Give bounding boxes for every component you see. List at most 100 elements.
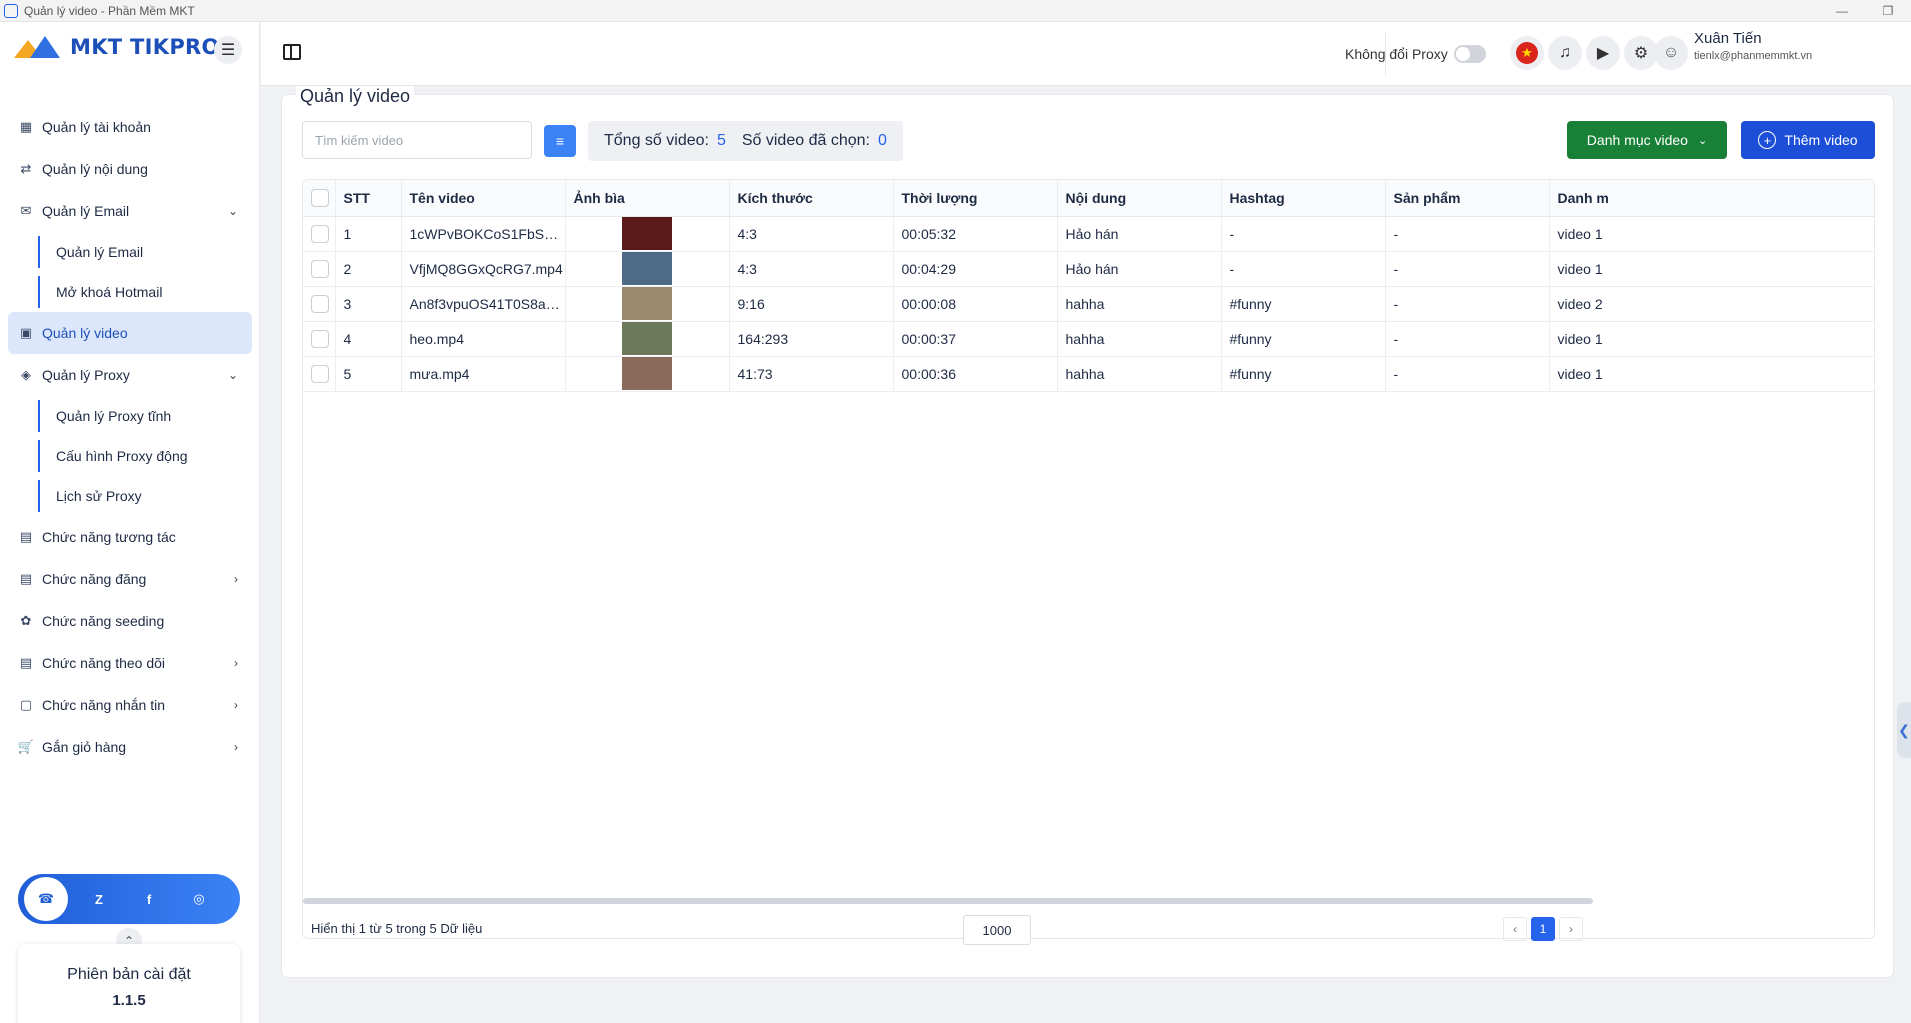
column-header[interactable]: STT	[335, 180, 402, 217]
sidebar-subitem-static-proxy[interactable]: Quản lý Proxy tĩnh	[0, 396, 260, 436]
cell-category: video 1	[1549, 251, 1874, 287]
minimize-icon[interactable]: —	[1819, 0, 1865, 22]
sidebar-item-cart[interactable]: 🛒 Gắn giỏ hàng ›	[0, 726, 260, 768]
layout-toggle-icon[interactable]	[283, 44, 301, 60]
sidebar-subitem-email[interactable]: Quản lý Email	[0, 232, 260, 272]
cell-size: 9:16	[729, 286, 894, 322]
globe-icon[interactable]: ◎	[180, 880, 218, 918]
table-row[interactable]: 4 heo.mp4 164:293 00:00:37 hahha #funny - video…	[303, 321, 1874, 357]
next-page-button[interactable]: ›	[1559, 917, 1583, 941]
filter-icon[interactable]: ≡	[544, 125, 576, 157]
column-header[interactable]: Tên video	[401, 180, 566, 217]
version-card: Phiên bản cài đặt 1.1.5	[18, 944, 240, 1023]
table-row[interactable]: 3An8f3vpuOS41T0S8aVDvt... 9:1600:00:08hah…	[303, 286, 1874, 322]
select-all-checkbox[interactable]	[311, 188, 329, 207]
category-button-label: Danh mục video	[1586, 132, 1688, 148]
window-controls: — ❐	[1819, 0, 1911, 22]
plus-icon: +	[1758, 131, 1777, 149]
sidebar-item-video[interactable]: ▣ Quản lý video	[8, 312, 252, 354]
sidebar-item-message[interactable]: ▢ Chức năng nhắn tin ›	[0, 684, 260, 726]
category-dropdown-button[interactable]: Danh mục video ⌄	[1567, 121, 1727, 159]
cell-duration: 00:00:08	[893, 286, 1058, 322]
pagination-summary: Hiển thị 1 từ 5 trong 5 Dữ liệu	[311, 921, 483, 936]
cell-video-name: mưa.mp4	[401, 356, 566, 392]
sidebar-item-label: Cấu hình Proxy động	[56, 448, 188, 464]
sidebar-item-label: Quản lý video	[42, 325, 128, 341]
sidebar-item-follow[interactable]: ▤ Chức năng theo dõi ›	[0, 642, 260, 684]
selected-value: 0	[877, 132, 887, 149]
gear-icon[interactable]: ⚙	[1624, 36, 1658, 70]
bell-icon[interactable]: ♫	[1548, 36, 1582, 70]
sidebar-item-content[interactable]: ⇄ Quản lý nội dung	[0, 148, 260, 190]
cell-stt: 2	[335, 251, 402, 287]
search-input[interactable]	[302, 121, 532, 159]
video-thumbnail[interactable]	[622, 287, 672, 320]
sidebar-item-proxy[interactable]: ◈ Quản lý Proxy ⌄	[0, 354, 260, 396]
language-button[interactable]: ★	[1510, 36, 1544, 70]
sidebar-item-post[interactable]: ▤ Chức năng đăng ›	[0, 558, 260, 600]
page-size-input[interactable]	[963, 915, 1031, 945]
video-thumbnail[interactable]	[622, 322, 672, 355]
sidebar-item-label: Lịch sử Proxy	[56, 488, 142, 504]
cell-duration: 00:05:32	[893, 216, 1058, 252]
top-header: Không đổi Proxy ★ ♫ ▶ ⚙ ☺ Xuân Tiến tien…	[261, 22, 1911, 86]
chevron-down-icon: ⌄	[227, 368, 238, 382]
add-video-button[interactable]: + Thêm video	[1741, 121, 1875, 159]
window-titlebar: Quản lý video - Phần Mềm MKT — ❐	[0, 0, 1911, 22]
row-checkbox[interactable]	[311, 364, 329, 383]
sidebar-item-label: Chức năng nhắn tin	[42, 697, 166, 713]
column-header[interactable]: Danh m	[1549, 180, 1874, 217]
row-checkbox[interactable]	[311, 224, 329, 243]
row-checkbox[interactable]	[311, 294, 329, 313]
row-checkbox[interactable]	[311, 259, 329, 278]
column-header[interactable]: Sản phẩm	[1385, 180, 1550, 217]
sidebar-subitem-dynamic-proxy[interactable]: Cấu hình Proxy động	[0, 436, 260, 476]
video-thumbnail[interactable]	[622, 252, 672, 285]
side-panel-toggle-icon[interactable]: ❮	[1897, 702, 1911, 758]
cart-icon: 🛒	[17, 739, 35, 754]
cell-hashtag: #funny	[1221, 286, 1386, 322]
chevron-right-icon: ›	[234, 656, 238, 670]
support-icon[interactable]: ☎	[24, 877, 68, 921]
sidebar-item-accounts[interactable]: ▦ Quản lý tài khoản	[0, 106, 260, 148]
logo-mark-icon	[14, 34, 68, 60]
table-row[interactable]: 5 mưa.mp4 41:73 00:00:36 hahha #funny - video 1	[303, 356, 1874, 392]
sidebar-item-seeding[interactable]: ✿ Chức năng seeding	[0, 600, 260, 642]
table-row[interactable]: 2 VfjMQ8GGxQcRG7.mp4 4:3 00:04:29 Hảo hán - - v…	[303, 251, 1874, 287]
video-thumbnail[interactable]	[622, 217, 672, 250]
cell-stt: 3	[335, 286, 402, 322]
restore-icon[interactable]: ❐	[1865, 0, 1911, 22]
row-checkbox[interactable]	[311, 329, 329, 348]
sidebar-item-email[interactable]: ✉ Quản lý Email ⌄	[0, 190, 260, 232]
column-header[interactable]: Nội dung	[1057, 180, 1222, 217]
zalo-icon[interactable]: Z	[80, 880, 118, 918]
cell-thumbnail	[565, 321, 730, 357]
play-icon[interactable]: ▶	[1586, 36, 1620, 70]
video-thumbnail[interactable]	[622, 357, 672, 390]
table-row[interactable]: 11cWPvBOKCoS1FbShhrT.... 4:300:05:32Hảo h…	[303, 216, 1874, 252]
cell-video-name: 1cWPvBOKCoS1FbShhrT....	[401, 216, 566, 252]
chevron-down-icon: ⌄	[1697, 134, 1708, 147]
cell-size: 164:293	[729, 321, 894, 357]
facebook-icon[interactable]: f	[130, 880, 168, 918]
page-button[interactable]: 1	[1531, 917, 1555, 941]
sidebar-subitem-hotmail[interactable]: Mở khoá Hotmail	[0, 272, 260, 312]
sidebar-item-interact[interactable]: ▤ Chức năng tương tác	[0, 516, 260, 558]
column-header[interactable]: Kích thước	[729, 180, 894, 217]
proxy-toggle[interactable]	[1454, 45, 1486, 63]
avatar[interactable]: ☺	[1654, 36, 1688, 70]
cell-thumbnail	[565, 356, 730, 392]
horizontal-scrollbar[interactable]	[303, 898, 1593, 904]
menu-toggle-icon[interactable]: ☰	[214, 36, 242, 64]
cell-duration: 00:00:36	[893, 356, 1058, 392]
column-header[interactable]: Ảnh bìa	[565, 180, 730, 217]
total-label: Tổng số video:	[604, 132, 709, 149]
logo[interactable]: MKT TIKPRO	[14, 34, 220, 60]
column-header[interactable]: Thời lượng	[893, 180, 1058, 217]
chevron-down-icon: ⌄	[227, 204, 238, 218]
cell-stt: 1	[335, 216, 402, 252]
column-header[interactable]: Hashtag	[1221, 180, 1386, 217]
prev-page-button[interactable]: ‹	[1503, 917, 1527, 941]
sidebar-subitem-proxy-history[interactable]: Lịch sử Proxy	[0, 476, 260, 516]
sidebar-item-label: Quản lý Email	[42, 203, 130, 219]
